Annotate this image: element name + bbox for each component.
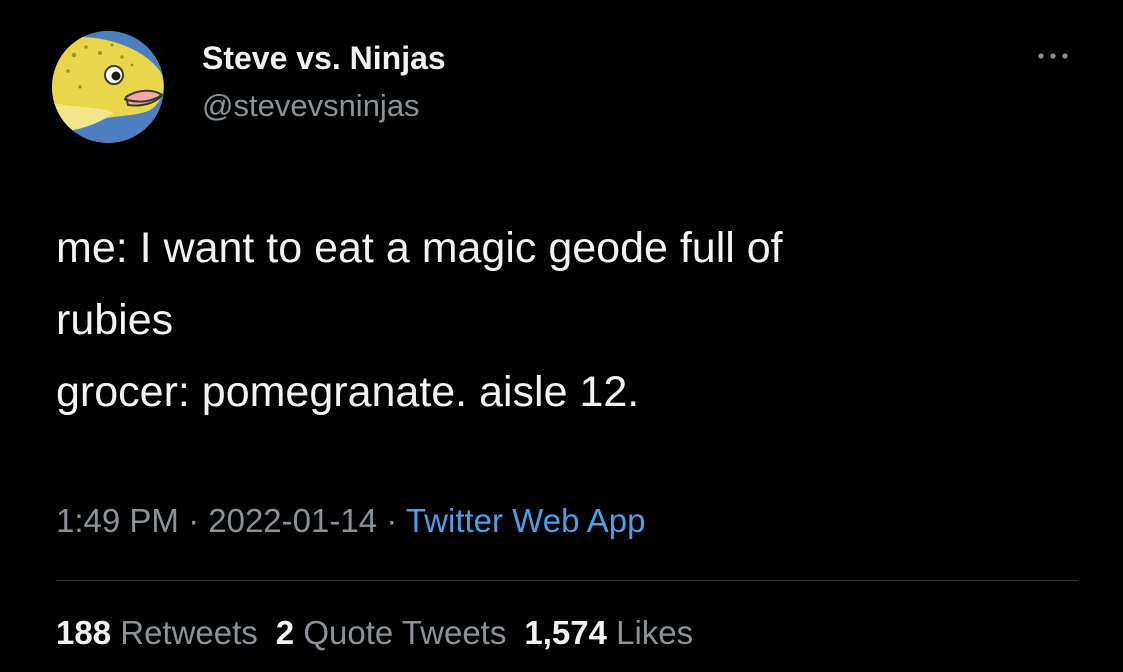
author-display-name[interactable]: Steve vs. Ninjas (202, 40, 446, 77)
divider (56, 580, 1078, 581)
tweet-source-link[interactable]: Twitter Web App (406, 502, 646, 539)
tweet-time[interactable]: 1:49 PM (56, 502, 179, 539)
retweets-stat[interactable]: 188 Retweets (56, 614, 258, 651)
tweet-text: me: I want to eat a magic geode full of … (56, 224, 783, 416)
quote-tweets-count: 2 (275, 614, 295, 651)
author-handle[interactable]: @stevevsninjas (202, 88, 420, 124)
quote-tweets-stat[interactable]: 2 Quote Tweets (276, 614, 507, 651)
yellow-fish-avatar-icon (52, 31, 164, 143)
likes-stat[interactable]: 1,574 Likes (524, 614, 693, 651)
meta-separator: · (386, 502, 398, 539)
avatar[interactable] (52, 31, 164, 143)
quote-tweets-label: Quote Tweets (303, 614, 507, 651)
tweet-meta: 1:49 PM · 2022-01-14 · Twitter Web App (56, 502, 645, 540)
likes-count: 1,574 (524, 614, 607, 651)
retweets-label: Retweets (120, 614, 258, 651)
tweet-card: Steve vs. Ninjas @stevevsninjas me: I wa… (0, 0, 1123, 672)
retweets-count: 188 (56, 614, 112, 651)
meta-separator: · (188, 502, 200, 539)
likes-label: Likes (616, 614, 694, 651)
tweet-date[interactable]: 2022-01-14 (208, 502, 377, 539)
more-options-button[interactable] (1030, 46, 1076, 66)
ellipsis-icon (1038, 53, 1068, 59)
tweet-stats: 188 Retweets 2 Quote Tweets 1,574 Likes (56, 614, 693, 652)
